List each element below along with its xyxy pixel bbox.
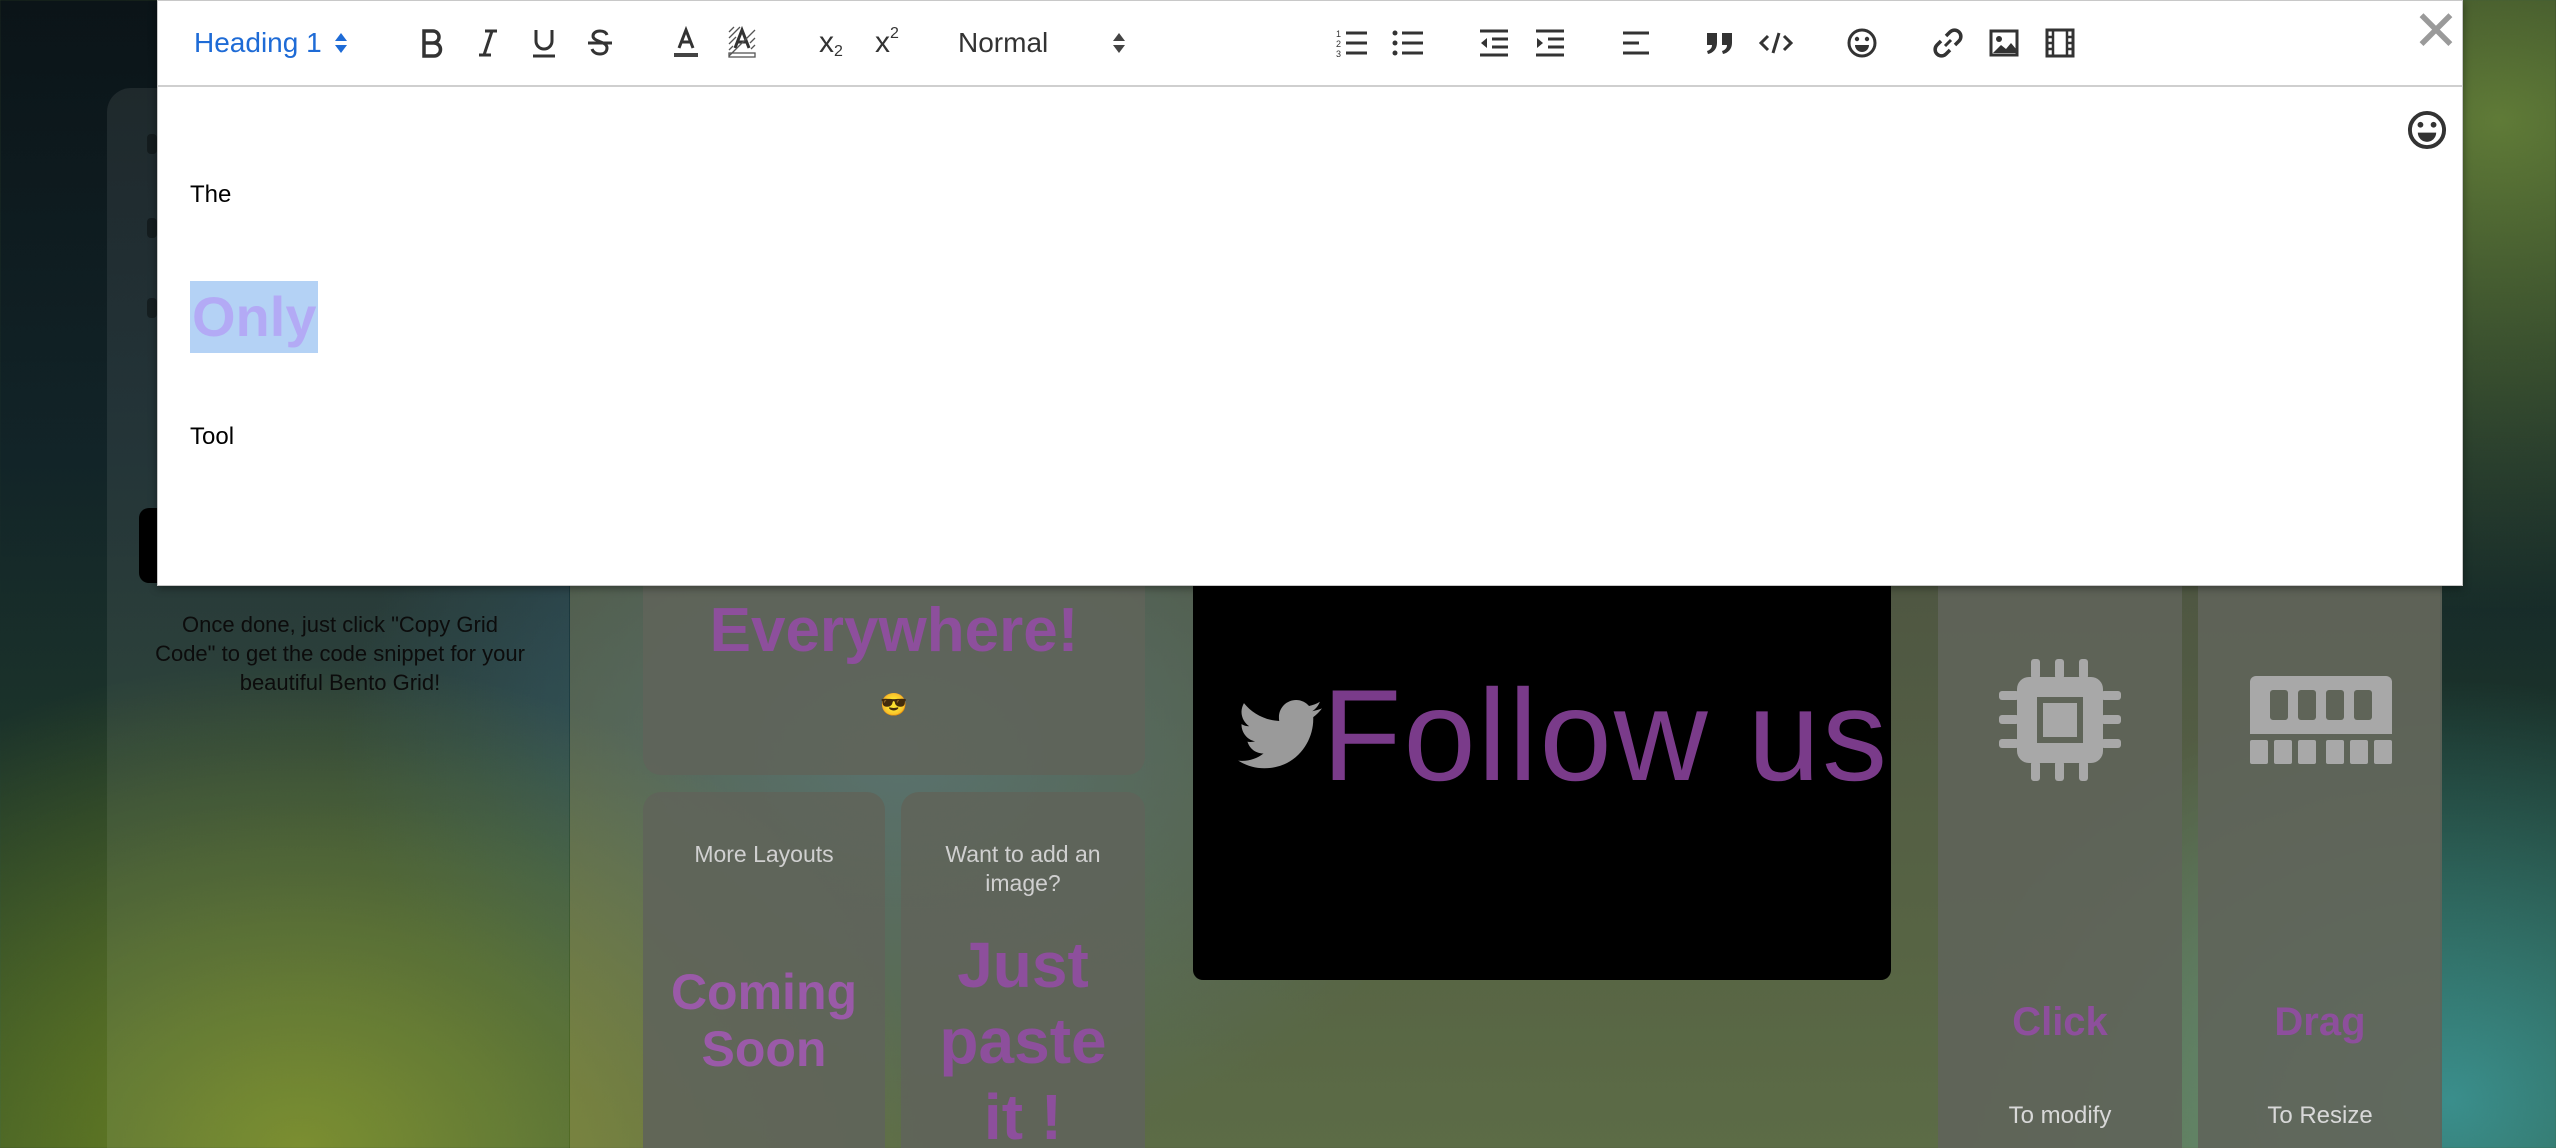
- size-picker-label: Normal: [958, 27, 1049, 58]
- big-line: Coming: [670, 964, 858, 1020]
- blockquote-button[interactable]: [1698, 21, 1742, 65]
- ordered-list-button[interactable]: 1 2 3: [1330, 21, 1374, 65]
- film-icon: [2045, 28, 2075, 58]
- superscript-label: x: [875, 26, 891, 59]
- image-button[interactable]: [1982, 21, 2026, 65]
- svg-text:2: 2: [1336, 39, 1341, 49]
- rich-text-editor: Heading 1 x 2 x 2 Normal 1 2 3 ✕ The Onl…: [157, 0, 2463, 586]
- tile-click[interactable]: Click To modify: [1938, 520, 2182, 1148]
- drag-sublabel: To Resize: [2267, 1102, 2373, 1129]
- sunglasses-emoji: 😎: [880, 692, 908, 717]
- tile-add-image[interactable]: Want to add an image? Just paste it !: [901, 792, 1145, 1148]
- cpu-icon: [1999, 659, 2121, 781]
- video-button[interactable]: [2038, 21, 2082, 65]
- tile-add-image-big: Just paste it !: [901, 927, 1145, 1148]
- superscript-index: 2: [890, 25, 899, 42]
- underline-icon: [533, 30, 555, 58]
- indent-increase-button[interactable]: [1528, 21, 1572, 65]
- superscript-button[interactable]: x2: [862, 21, 912, 65]
- updown-arrows-icon: [334, 33, 347, 53]
- big-line: it !: [983, 1081, 1063, 1148]
- tile-follow-us[interactable]: Follow us: [1193, 520, 1891, 980]
- subscript-index: 2: [834, 43, 843, 60]
- image-icon: [1989, 29, 2019, 57]
- indent-decrease-button[interactable]: [1472, 21, 1516, 65]
- hidden-text-fragment: [147, 218, 157, 238]
- close-button[interactable]: ✕: [2412, 3, 2460, 59]
- code-block-button[interactable]: [1754, 21, 1798, 65]
- subscript-button[interactable]: x2: [806, 21, 856, 65]
- drag-label: Drag: [2274, 1000, 2366, 1044]
- strikethrough-icon: [588, 29, 612, 56]
- big-line: Soon: [701, 1021, 827, 1077]
- underline-button[interactable]: [522, 21, 566, 65]
- ordered-list-icon: 1 2 3: [1336, 29, 1367, 58]
- content-line-the[interactable]: The: [190, 181, 231, 209]
- heading-picker[interactable]: Heading 1: [194, 21, 348, 65]
- memory-icon: [2250, 676, 2392, 764]
- follow-row: Follow us: [1238, 660, 1889, 810]
- tile-more-layouts-big: Coming Soon: [643, 964, 885, 1078]
- editor-toolbar: Heading 1 x 2 x 2 Normal 1 2 3 ✕: [158, 1, 2462, 87]
- tile-more-layouts[interactable]: More Layouts Coming Soon: [643, 792, 885, 1148]
- smiley-icon: [1847, 28, 1877, 58]
- outdent-icon: [1480, 29, 1508, 57]
- quote-icon: [1707, 33, 1732, 54]
- twitter-icon: [1238, 700, 1322, 769]
- link-icon: [1933, 28, 1963, 58]
- instructions-text: Once done, just click "Copy Grid Code" t…: [155, 612, 525, 695]
- updown-arrows-icon: [1113, 33, 1126, 53]
- text-color-button[interactable]: [664, 21, 708, 65]
- hidden-text-fragment: [147, 298, 157, 318]
- big-line: Just: [957, 929, 1089, 1001]
- tile-drag[interactable]: Drag To Resize: [2198, 520, 2442, 1148]
- align-left-icon: [1623, 31, 1649, 55]
- bold-icon: [422, 29, 443, 58]
- click-sublabel: To modify: [2008, 1102, 2112, 1129]
- size-picker[interactable]: Normal: [958, 21, 1126, 65]
- code-icon: [1759, 32, 1793, 54]
- bullet-list-icon: [1392, 30, 1423, 56]
- indent-icon: [1536, 29, 1564, 57]
- italic-icon: [479, 29, 497, 57]
- strike-button[interactable]: [578, 21, 622, 65]
- bold-button[interactable]: [410, 21, 454, 65]
- content-line-only-selected[interactable]: Only: [190, 281, 319, 353]
- tile-everywhere-text: Everywhere!: [709, 596, 1079, 665]
- content-line-tool[interactable]: Tool: [190, 423, 234, 451]
- subscript-label: x: [819, 26, 835, 59]
- bullet-list-button[interactable]: [1386, 21, 1430, 65]
- text-color-icon: [674, 26, 698, 57]
- follow-us-text: Follow us: [1322, 662, 1890, 808]
- emoji-picker-icon[interactable]: [2406, 109, 2448, 151]
- hidden-text-fragment: [147, 134, 157, 154]
- click-label: Click: [2012, 1000, 2108, 1044]
- background-color-button[interactable]: [720, 21, 764, 65]
- svg-text:3: 3: [1336, 49, 1341, 58]
- big-line: paste: [939, 1005, 1107, 1077]
- italic-button[interactable]: [466, 21, 510, 65]
- tile-add-image-label: Want to add an image?: [945, 841, 1101, 896]
- tile-more-layouts-label: More Layouts: [694, 841, 834, 867]
- heading-picker-label: Heading 1: [194, 27, 322, 58]
- align-button[interactable]: [1614, 21, 1658, 65]
- link-button[interactable]: [1926, 21, 1970, 65]
- svg-text:1: 1: [1336, 29, 1341, 39]
- background-color-icon: [728, 26, 756, 58]
- emoji-button[interactable]: [1840, 21, 1884, 65]
